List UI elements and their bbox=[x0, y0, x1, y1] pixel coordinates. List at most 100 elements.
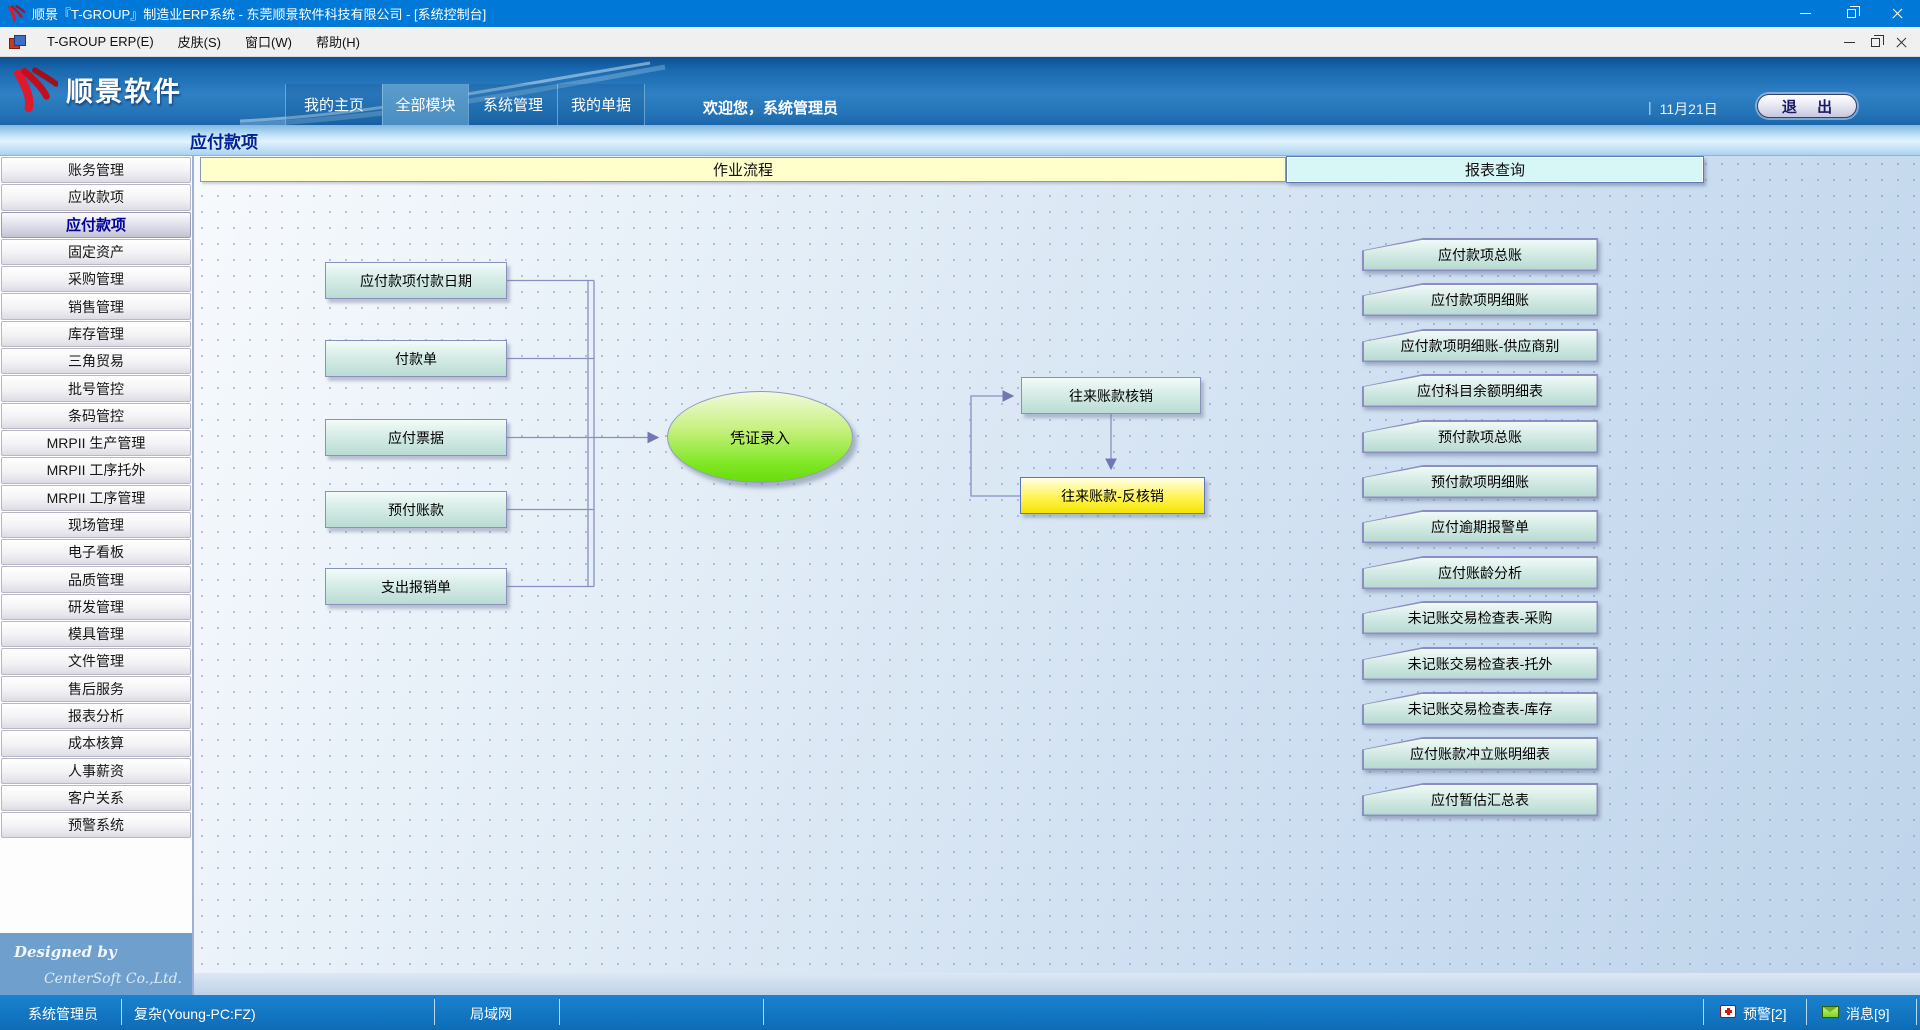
restore-icon bbox=[1871, 38, 1880, 47]
flow-node-voucher-entry[interactable]: 凭证录入 bbox=[667, 391, 853, 483]
flow-node-expense-report[interactable]: 支出报销单 bbox=[325, 568, 507, 605]
sidebar-item-purchasing[interactable]: 采购管理 bbox=[1, 266, 191, 292]
sidebar-item-fixed-assets[interactable]: 固定资产 bbox=[1, 239, 191, 265]
designed-by-line1: Designed by bbox=[14, 943, 117, 961]
sidebar-item-mold[interactable]: 模具管理 bbox=[1, 621, 191, 647]
page-title-bar: 应付款项 bbox=[0, 125, 1920, 156]
alert-medkit-icon bbox=[1720, 1005, 1736, 1018]
flow-node-account-writeoff[interactable]: 往来账款核销 bbox=[1021, 377, 1201, 414]
brand-logo-icon bbox=[12, 66, 58, 112]
sidebar-item-mrp2-outsourcing[interactable]: MRPII 工序托外 bbox=[1, 457, 191, 483]
message-envelope-icon bbox=[1822, 1006, 1839, 1018]
close-icon bbox=[1896, 37, 1907, 48]
restore-icon bbox=[1847, 9, 1856, 18]
sidebar-item-after-sales[interactable]: 售后服务 bbox=[1, 676, 191, 702]
sidebar-item-costing[interactable]: 成本核算 bbox=[1, 730, 191, 756]
status-separator bbox=[121, 999, 122, 1025]
flow-node-prepayment[interactable]: 预付账款 bbox=[325, 491, 507, 528]
welcome-text: 欢迎您，系统管理员 bbox=[703, 97, 838, 118]
mdi-close-button[interactable] bbox=[1888, 27, 1914, 57]
menu-bar: T-GROUP ERP(E) 皮肤(S) 窗口(W) 帮助(H) bbox=[0, 27, 1920, 57]
sidebar-item-documents[interactable]: 文件管理 bbox=[1, 648, 191, 674]
report-button-prepayment-detail-ledger[interactable]: 预付款项明细账 bbox=[1362, 465, 1598, 498]
sidebar-item-quality[interactable]: 品质管理 bbox=[1, 566, 191, 592]
sidebar-item-accounting[interactable]: 账务管理 bbox=[1, 157, 191, 183]
app-logo-icon bbox=[8, 5, 25, 22]
window-minimize-button[interactable] bbox=[1782, 0, 1828, 27]
sidebar-item-hr-payroll[interactable]: 人事薪资 bbox=[1, 758, 191, 784]
sidebar-item-alert-system[interactable]: 预警系统 bbox=[1, 812, 191, 838]
designed-by-block: Designed by CenterSoft Co.,Ltd. bbox=[0, 933, 192, 995]
status-alerts[interactable]: 预警[2] bbox=[1743, 1004, 1787, 1024]
sidebar-item-crm[interactable]: 客户关系 bbox=[1, 785, 191, 811]
status-messages[interactable]: 消息[9] bbox=[1846, 1004, 1890, 1024]
mdi-restore-button[interactable] bbox=[1862, 27, 1888, 57]
sidebar-item-payables[interactable]: 应付款项 bbox=[1, 212, 191, 238]
report-button-payable-aging-analysis[interactable]: 应付账龄分析 bbox=[1362, 556, 1598, 589]
status-host: 复杂(Young-PC:FZ) bbox=[134, 1004, 256, 1024]
window-title: 顺景『T-GROUP』制造业ERP系统 - 东莞顺景软件科技有限公司 - [系统… bbox=[32, 4, 486, 23]
designed-by-line2: CenterSoft Co.,Ltd. bbox=[44, 971, 182, 987]
menu-help[interactable]: 帮助(H) bbox=[304, 28, 372, 55]
report-button-payable-account-balance-detail[interactable]: 应付科目余额明细表 bbox=[1362, 374, 1598, 407]
sidebar-item-e-kanban[interactable]: 电子看板 bbox=[1, 539, 191, 565]
flow-node-payable-notes[interactable]: 应付票据 bbox=[325, 419, 507, 456]
sidebar-item-inventory[interactable]: 库存管理 bbox=[1, 321, 191, 347]
tab-my-home[interactable]: 我的主页 bbox=[285, 84, 382, 125]
status-separator bbox=[1916, 999, 1917, 1025]
report-button-payables-detail-ledger[interactable]: 应付款项明细账 bbox=[1362, 283, 1598, 316]
sidebar-item-receivables[interactable]: 应收款项 bbox=[1, 184, 191, 210]
flow-node-payable-payment-date[interactable]: 应付款项付款日期 bbox=[325, 262, 507, 299]
status-separator bbox=[1703, 999, 1704, 1025]
module-sidebar: 账务管理 应收款项 应付款项 固定资产 采购管理 销售管理 库存管理 三角贸易 … bbox=[0, 156, 194, 995]
minimize-icon bbox=[1800, 13, 1811, 14]
date-separator: | bbox=[1648, 99, 1652, 119]
report-button-unposted-check-inventory[interactable]: 未记账交易检查表-库存 bbox=[1362, 692, 1598, 725]
menu-skin[interactable]: 皮肤(S) bbox=[166, 28, 233, 55]
minimize-icon bbox=[1844, 42, 1855, 43]
sidebar-item-sales[interactable]: 销售管理 bbox=[1, 293, 191, 319]
sidebar-item-triangle-trade[interactable]: 三角贸易 bbox=[1, 348, 191, 374]
sidebar-item-lot-control[interactable]: 批号管控 bbox=[1, 375, 191, 401]
report-button-payables-general-ledger[interactable]: 应付款项总账 bbox=[1362, 238, 1598, 271]
sidebar-item-report-analysis[interactable]: 报表分析 bbox=[1, 703, 191, 729]
mdi-child-icon bbox=[9, 35, 25, 49]
mdi-minimize-button[interactable] bbox=[1836, 27, 1862, 57]
report-button-payable-offset-detail[interactable]: 应付账款冲立账明细表 bbox=[1362, 737, 1598, 770]
tab-system-management[interactable]: 系统管理 bbox=[468, 84, 557, 125]
report-button-payable-estimate-summary[interactable]: 应付暂估汇总表 bbox=[1362, 783, 1598, 816]
report-button-payable-overdue-alert[interactable]: 应付逾期报警单 bbox=[1362, 510, 1598, 543]
main-tab-strip: 我的主页 全部模块 系统管理 我的单据 bbox=[285, 84, 645, 125]
report-button-unposted-check-outsourcing[interactable]: 未记账交易检查表-托外 bbox=[1362, 647, 1598, 680]
status-user: 系统管理员 bbox=[28, 1004, 98, 1024]
status-separator bbox=[559, 999, 560, 1025]
menu-tgroup-erp[interactable]: T-GROUP ERP(E) bbox=[35, 30, 166, 53]
brand-logo: 顺景软件 bbox=[12, 66, 182, 112]
tab-my-documents[interactable]: 我的单据 bbox=[557, 84, 645, 125]
date-text: 11月21日 bbox=[1660, 99, 1718, 119]
flow-node-account-reverse-writeoff[interactable]: 往来账款-反核销 bbox=[1020, 477, 1205, 514]
sidebar-item-rnd[interactable]: 研发管理 bbox=[1, 594, 191, 620]
app-header: 顺景软件 我的主页 全部模块 系统管理 我的单据 欢迎您，系统管理员 | 11月… bbox=[0, 57, 1920, 125]
header-date: | 11月21日 bbox=[1648, 99, 1718, 119]
report-button-payables-detail-by-supplier[interactable]: 应付款项明细账-供应商别 bbox=[1362, 329, 1598, 362]
report-button-prepayment-general-ledger[interactable]: 预付款项总账 bbox=[1362, 420, 1598, 453]
status-bar: 系统管理员 复杂(Young-PC:FZ) 局域网 预警[2] 消息[9] bbox=[0, 995, 1920, 1030]
menu-window[interactable]: 窗口(W) bbox=[233, 28, 304, 55]
sidebar-item-mrp2-process[interactable]: MRPII 工序管理 bbox=[1, 485, 191, 511]
flow-node-payment-slip[interactable]: 付款单 bbox=[325, 340, 507, 377]
sidebar-item-shopfloor[interactable]: 现场管理 bbox=[1, 512, 191, 538]
tab-all-modules[interactable]: 全部模块 bbox=[382, 84, 468, 125]
status-separator bbox=[434, 999, 435, 1025]
page-title: 应付款项 bbox=[190, 128, 258, 153]
window-restore-button[interactable] bbox=[1828, 0, 1874, 27]
window-close-button[interactable] bbox=[1874, 0, 1920, 27]
window-titlebar: 顺景『T-GROUP』制造业ERP系统 - 东莞顺景软件科技有限公司 - [系统… bbox=[0, 0, 1920, 27]
sidebar-item-barcode-control[interactable]: 条码管控 bbox=[1, 403, 191, 429]
workflow-canvas: 作业流程 报表查询 应付款项付款日期 付款单 应 bbox=[194, 156, 1920, 995]
exit-button[interactable]: 退 出 bbox=[1757, 94, 1857, 118]
report-button-unposted-check-purchasing[interactable]: 未记账交易检查表-采购 bbox=[1362, 601, 1598, 634]
sidebar-item-mrp2-production[interactable]: MRPII 生产管理 bbox=[1, 430, 191, 456]
status-separator bbox=[763, 999, 764, 1025]
status-network: 局域网 bbox=[470, 1004, 512, 1024]
